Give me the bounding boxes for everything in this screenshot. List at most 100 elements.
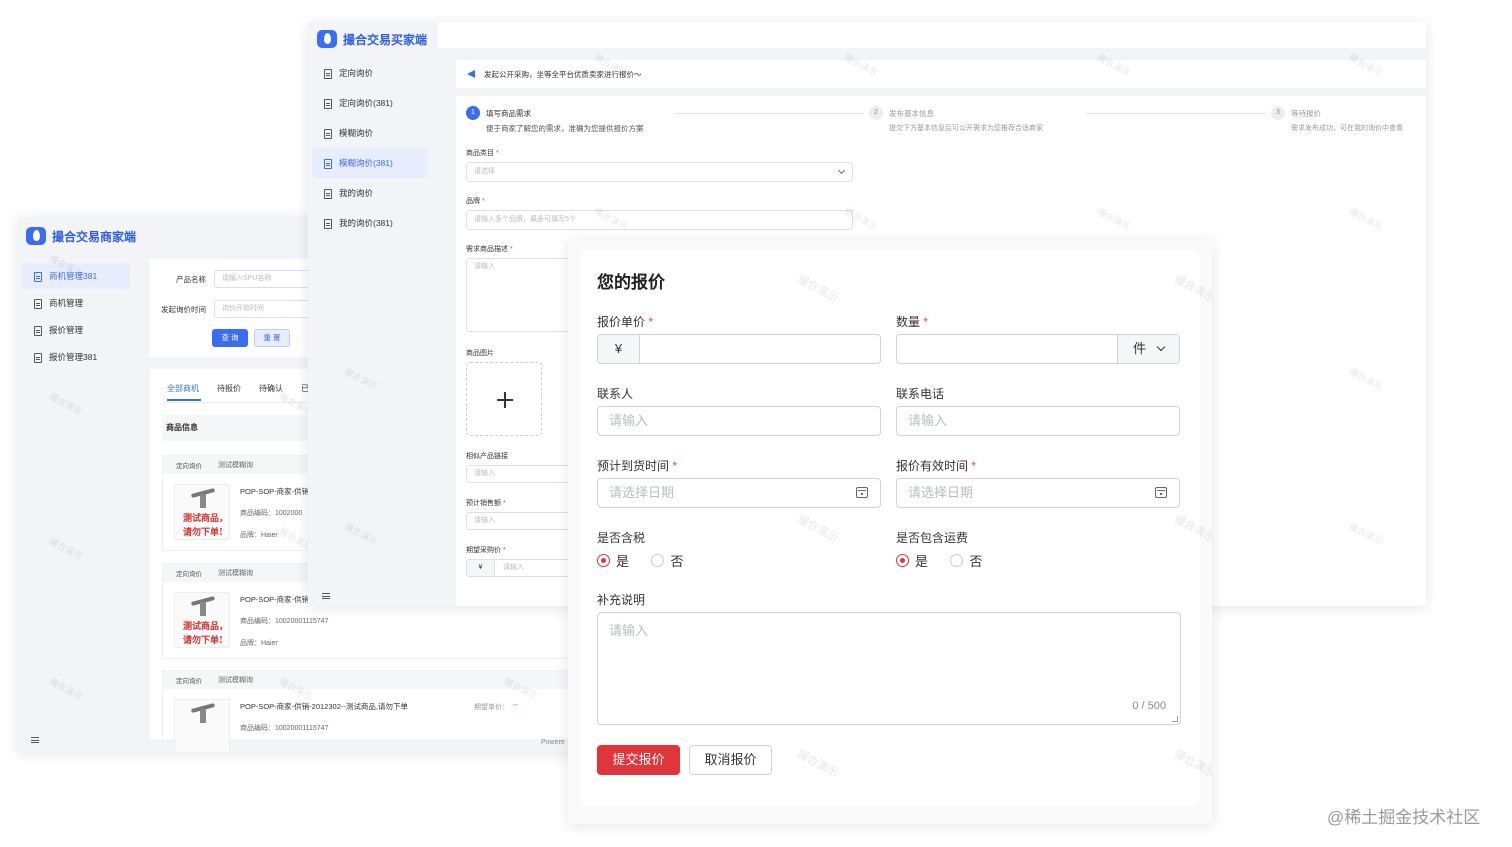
item-expected-price-label: 期望单价： (474, 704, 509, 711)
product-thumbnail: 测试商品， 请勿下单! (174, 484, 230, 540)
buyer-nav-item-3[interactable]: 模糊询价(381) (312, 148, 428, 178)
chevron-down-icon (1156, 342, 1166, 352)
cancel-quote-button[interactable]: 取消报价 (689, 745, 772, 775)
arrival-date-label: 预计到货时间 * (597, 459, 678, 473)
remark-counter: 0 / 500 (1132, 700, 1166, 712)
document-icon (324, 68, 332, 79)
item-title[interactable]: POP-SOP-商家-供销 (240, 486, 309, 497)
shipping-radio-group: 是 否 (896, 551, 1000, 570)
quantity-input[interactable]: 件 (896, 334, 1180, 364)
currency-prefix: ¥ (467, 560, 495, 576)
query-button[interactable]: 查 询 (212, 329, 248, 347)
step-3-badge: 3 (1271, 106, 1285, 120)
seller-nav-item-2[interactable]: 报价管理 (22, 317, 130, 344)
tab-pending-quote[interactable]: 待报价 (217, 383, 241, 394)
buyer-nav-item-5[interactable]: 我的询价(381) (312, 208, 428, 238)
phone-input[interactable]: 请输入 (896, 406, 1180, 436)
tax-radio-group: 是 否 (597, 551, 701, 570)
step-2-badge: 2 (869, 106, 883, 120)
buyer-nav-item-2[interactable]: 模糊询价 (312, 118, 428, 148)
step-1-title: 填写商品需求 (486, 109, 531, 118)
unit-value: 件 (1133, 341, 1147, 356)
item-tag-type: 定向询价 (176, 678, 202, 685)
quote-card: 您的报价 报价单价 * ¥ 数量 * 件 联系人 请输入 联系电话 请输入 预计… (580, 250, 1200, 806)
thumb-caption-1: 测试商品， (183, 622, 229, 632)
seller-sidebar: 撮合交易商家端 商机管理381 商机管理 报价管理 报价管理381 (18, 217, 136, 752)
calendar-icon (1155, 487, 1167, 498)
calendar-icon (856, 487, 868, 498)
menu-collapse-icon[interactable] (322, 593, 330, 599)
brand-input[interactable]: 请输入多个品牌，最多可填写5个 (466, 210, 853, 230)
resize-handle-icon[interactable] (1172, 716, 1178, 722)
seller-nav-item-0[interactable]: 商机管理381 (22, 263, 130, 289)
image-upload[interactable] (466, 362, 542, 436)
document-icon (324, 128, 332, 139)
contact-label: 联系人 (597, 387, 634, 401)
item-code: 商品编码：1002000 (240, 510, 303, 517)
quantity-label: 数量 * (896, 315, 929, 329)
buyer-logo: 撮合交易买家端 (317, 30, 427, 48)
item-code: 商品编码：10020001115747 (240, 725, 329, 732)
step-3-desc: 需求发布成功，可在我的询价中查看 (1291, 125, 1403, 132)
step-3-title: 等待报价 (1291, 109, 1321, 118)
table-header-product-info: 商品信息 (166, 423, 198, 432)
document-icon (324, 188, 332, 199)
menu-collapse-icon[interactable] (31, 737, 39, 743)
product-thumbnail: 测试商品， 请勿下单! (174, 592, 230, 648)
buyer-nav-item-1[interactable]: 定向询价(381) (312, 88, 428, 118)
valid-date-label: 报价有效时间 * (896, 459, 977, 473)
valid-date-picker[interactable]: 请选择日期 (896, 478, 1180, 508)
price-label: 期望采购价 * (466, 547, 506, 554)
document-icon (324, 158, 332, 169)
unit-select[interactable]: 件 (1117, 335, 1179, 363)
buyer-nav-item-4[interactable]: 我的询价 (312, 178, 428, 208)
seller-nav: 商机管理381 商机管理 报价管理 报价管理381 (22, 263, 130, 371)
item-tag-type: 定向询价 (176, 571, 202, 578)
megaphone-icon (467, 70, 475, 78)
brand-label: 品牌 * (466, 198, 485, 205)
step-1-desc: 便于商家了解您的需求，准确为您提供报价方案 (486, 124, 644, 133)
item-title[interactable]: POP-SOP-商家-供销-2012302--测试商品,请勿下单 (240, 701, 408, 712)
document-icon (34, 352, 42, 363)
tax-radio-no[interactable] (651, 554, 665, 567)
description-label: 需求商品描述 * (466, 246, 513, 253)
remark-textarea[interactable]: 请输入 0 / 500 (597, 612, 1181, 725)
document-icon (34, 298, 42, 309)
phone-label: 联系电话 (896, 387, 945, 401)
step-2-title: 发布基本信息 (889, 109, 934, 118)
item-brand: 品牌：Haier (240, 640, 278, 647)
buyer-nav-item-0[interactable]: 定向询价 (312, 58, 428, 88)
tab-all[interactable]: 全部商机 (167, 383, 199, 394)
item-tag-title: 测试模糊询 (218, 462, 253, 469)
item-title[interactable]: POP-SOP-商家-供销 (240, 594, 309, 605)
seller-logo: 撮合交易商家端 (26, 227, 136, 245)
item-brand: 品牌：Haier (240, 532, 278, 539)
chevron-down-icon (837, 166, 846, 175)
buyer-nav: 定向询价 定向询价(381) 模糊询价 模糊询价(381) 我的询价 我的询价(… (312, 58, 428, 238)
seller-nav-item-3[interactable]: 报价管理381 (22, 344, 130, 371)
category-select[interactable]: 请选择 (466, 162, 853, 182)
document-icon (324, 218, 332, 229)
tab-active-underline (167, 399, 201, 401)
list-item-header: 定向询价 测试模糊询 (163, 671, 571, 689)
unit-price-input[interactable]: ¥ (597, 334, 881, 364)
thumb-caption-2: 请勿下单! (183, 528, 223, 538)
notice-bar: 发起公开采购，坐等全平台优质卖家进行报价～ (456, 60, 1426, 88)
seller-brand-name: 撮合交易商家端 (52, 229, 137, 244)
tab-pending-confirm[interactable]: 待确认 (259, 383, 283, 394)
tax-radio-yes[interactable] (597, 554, 610, 567)
seller-nav-item-1[interactable]: 商机管理 (22, 290, 130, 317)
list-item[interactable]: 定向询价 测试模糊询 POP-SOP-商家-供销-2012302--测试商品,请… (162, 670, 571, 752)
remark-label: 补充说明 (597, 593, 646, 607)
inquiry-time-label: 发起询价时间 (161, 305, 206, 314)
reset-button[interactable]: 重 置 (254, 329, 290, 347)
item-expected-price-value: -- (513, 702, 518, 709)
step-1-badge: 1 (466, 106, 480, 120)
buyer-topbar (438, 22, 1426, 48)
buyer-sidebar: 撮合交易买家端 定向询价 定向询价(381) 模糊询价 模糊询价(381) 我的… (308, 22, 438, 606)
submit-quote-button[interactable]: 提交报价 (597, 745, 680, 775)
shipping-radio-yes[interactable] (896, 554, 909, 567)
shipping-radio-no[interactable] (950, 554, 964, 567)
arrival-date-picker[interactable]: 请选择日期 (597, 478, 881, 508)
contact-input[interactable]: 请输入 (597, 406, 881, 436)
